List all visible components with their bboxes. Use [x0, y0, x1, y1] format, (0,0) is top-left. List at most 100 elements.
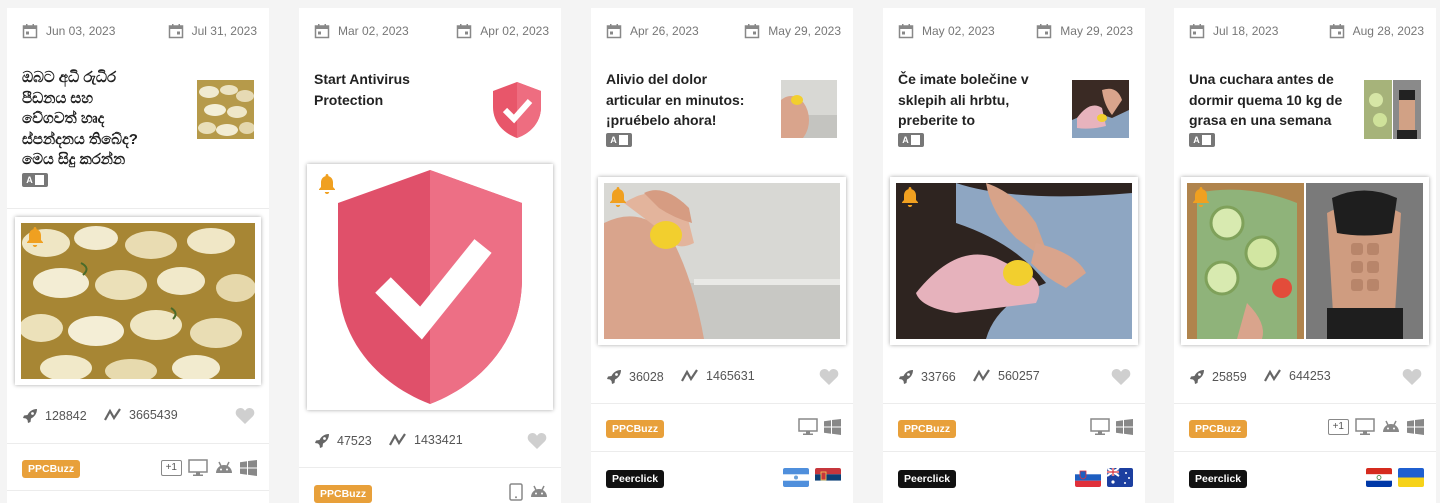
start-date: Jun 03, 2023: [22, 23, 115, 39]
heart-icon[interactable]: [235, 407, 255, 425]
divider: [7, 443, 269, 444]
ad-card[interactable]: Jun 03, 2023 Jul 31, 2023 ඔබට අධි රුධිර …: [7, 8, 269, 503]
calendar-icon: [1037, 24, 1052, 39]
network-badge[interactable]: Peerclick: [606, 470, 665, 488]
start-date-text: Jun 03, 2023: [46, 24, 116, 38]
network-badge[interactable]: PPCBuzz: [1189, 420, 1248, 438]
more-devices-badge[interactable]: +1: [160, 460, 182, 476]
end-date: May 29, 2023: [1036, 23, 1133, 39]
title-line: Če imate bolečine v: [898, 71, 1029, 87]
title-line: පීඩනය සහ: [22, 89, 93, 107]
heart-icon[interactable]: [1402, 368, 1422, 386]
calendar-icon: [1329, 24, 1344, 39]
ad-title[interactable]: Če imate bolečine v sklepih ali hrbtu, p…: [898, 69, 1068, 131]
ad-thumbnail[interactable]: [489, 80, 545, 140]
windows-icon: [1116, 419, 1133, 435]
trend-icon: [1264, 369, 1281, 382]
windows-icon: [1407, 419, 1424, 435]
android-icon: [1383, 420, 1399, 432]
network-badge[interactable]: PPCBuzz: [314, 485, 373, 503]
ad-title[interactable]: Alivio del dolor articular en minutos: ¡…: [606, 69, 776, 131]
title-line: dormir quema 10 kg de: [1189, 91, 1343, 108]
date-range: Jun 03, 2023 Jul 31, 2023: [22, 23, 257, 39]
ad-card[interactable]: Jul 18, 2023 Aug 28, 2023 Una cuchara an…: [1174, 8, 1436, 503]
ad-thumbnail[interactable]: [1364, 80, 1421, 139]
network-badge[interactable]: PPCBuzz: [606, 420, 665, 438]
ad-card[interactable]: Apr 26, 2023 May 29, 2023 Alivio del dol…: [591, 8, 853, 503]
title-line: ඔබට අධි රුධිර: [22, 69, 117, 86]
ad-card[interactable]: May 02, 2023 May 29, 2023 Če imate boleč…: [883, 8, 1145, 503]
ad-thumbnail[interactable]: [197, 80, 254, 139]
ad-thumbnail[interactable]: [1072, 80, 1129, 138]
stats-row: 33766 560257: [898, 368, 1131, 389]
flag-paraguay: [1366, 468, 1392, 487]
android-icon: [216, 461, 232, 473]
bell-icon: [27, 227, 43, 247]
calendar-icon: [606, 24, 622, 39]
network-badge[interactable]: Peerclick: [898, 470, 957, 488]
date-range: May 02, 2023 May 29, 2023: [898, 23, 1133, 39]
trend-icon: [681, 369, 698, 382]
heart-icon[interactable]: [1111, 368, 1131, 386]
country-flags: [783, 468, 841, 487]
bell-icon: [319, 174, 335, 194]
translate-icon[interactable]: A: [1189, 133, 1215, 147]
device-targets: [1090, 417, 1133, 437]
title-line: Alivio del dolor: [606, 71, 708, 87]
end-date: Apr 02, 2023: [456, 23, 549, 39]
divider: [1174, 403, 1436, 404]
ad-image[interactable]: [307, 164, 553, 410]
date-range: Mar 02, 2023 Apr 02, 2023: [314, 23, 549, 39]
country-flags: [1366, 468, 1424, 487]
title-line: preberite to: [898, 112, 976, 128]
title-line: ¡pruébelo ahora!: [606, 112, 717, 128]
ad-thumbnail[interactable]: [781, 80, 837, 138]
device-targets: [798, 417, 841, 437]
ad-image[interactable]: [15, 217, 261, 385]
knee-lemon-thumbnail-image: [781, 80, 837, 138]
shares-stat: 36028: [606, 369, 664, 385]
flag-ukraine: [1398, 468, 1424, 487]
ad-title[interactable]: Una cuchara antes de dormir quema 10 kg …: [1189, 69, 1364, 131]
translate-icon[interactable]: A: [606, 133, 632, 147]
calendar-icon: [1189, 24, 1205, 39]
foot-lemon-thumbnail-image: [1072, 80, 1129, 138]
windows-icon: [824, 419, 841, 435]
heart-icon[interactable]: [819, 368, 839, 386]
ad-image[interactable]: [890, 177, 1138, 345]
more-devices-badge[interactable]: +1: [1327, 419, 1349, 435]
network-badge[interactable]: PPCBuzz: [898, 420, 957, 438]
ad-image[interactable]: [598, 177, 846, 345]
heart-icon[interactable]: [527, 432, 547, 450]
start-date: Apr 26, 2023: [606, 23, 699, 39]
bell-icon: [610, 187, 626, 207]
shares-count: 128842: [45, 409, 87, 423]
ad-title[interactable]: Start Antivirus Protection: [314, 69, 484, 110]
tablet-icon: [509, 483, 523, 501]
garlic-thumbnail-image: [197, 80, 254, 139]
bell-icon: [902, 187, 918, 207]
shares-stat: 47523: [314, 433, 372, 449]
impressions-stat: 560257: [973, 369, 1040, 383]
shield-check-image: [313, 170, 547, 404]
shares-stat: 25859: [1189, 369, 1247, 385]
translate-icon[interactable]: A: [898, 133, 924, 147]
ad-title[interactable]: ඔබට අධි රුධිර පීඩනය සහ වේගවත් හෘද ස්පන්ද…: [22, 68, 192, 171]
device-targets: +1: [1327, 417, 1424, 437]
translate-icon[interactable]: A: [22, 173, 48, 187]
ad-image[interactable]: [1181, 177, 1429, 345]
network-badge[interactable]: Peerclick: [1189, 470, 1248, 488]
title-line: sklepih ali hrbtu,: [898, 91, 1010, 108]
country-flags: [1075, 468, 1133, 487]
divider: [299, 467, 561, 468]
impressions-count: 1465631: [706, 369, 755, 383]
ad-card[interactable]: Mar 02, 2023 Apr 02, 2023 Start Antiviru…: [299, 8, 561, 503]
end-date-text: Apr 02, 2023: [480, 24, 549, 38]
impressions-count: 1433421: [414, 433, 463, 447]
foot-lemon-image: [896, 183, 1132, 339]
shares-stat: 33766: [898, 369, 956, 385]
end-date-text: May 29, 2023: [1060, 24, 1133, 38]
network-badge[interactable]: PPCBuzz: [22, 460, 81, 478]
calendar-icon: [898, 24, 914, 39]
shares-count: 33766: [921, 370, 956, 384]
